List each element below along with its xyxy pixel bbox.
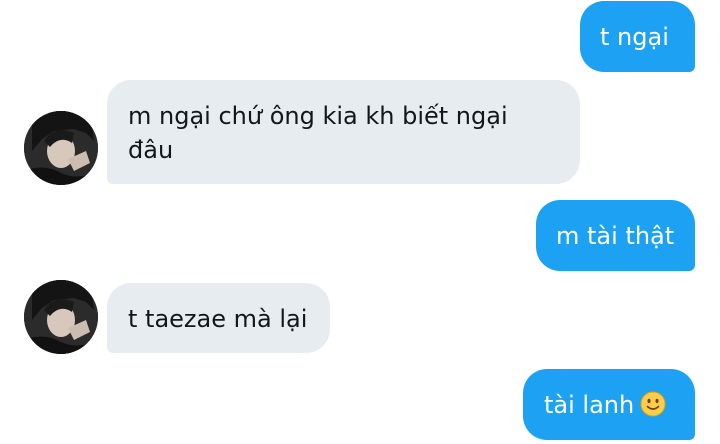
message-text: m tài thật <box>556 222 675 250</box>
message-bubble-outgoing[interactable]: tài lanh <box>523 369 695 440</box>
message-bubble-outgoing[interactable]: m tài thật <box>536 200 695 271</box>
message-text: t ngại <box>600 23 669 51</box>
avatar[interactable] <box>24 280 98 354</box>
profile-photo-icon <box>24 280 98 354</box>
profile-photo-icon <box>24 111 98 185</box>
message-bubble-incoming[interactable]: m ngại chứ ông kia kh biết ngại đâu <box>107 80 580 184</box>
message-bubble-outgoing[interactable]: t ngại <box>580 1 695 72</box>
message-bubble-incoming[interactable]: t taezae mà lại <box>107 283 330 353</box>
message-text: t taezae mà lại <box>128 305 308 333</box>
avatar[interactable] <box>24 111 98 185</box>
message-text: m ngại chứ ông kia kh biết ngại đâu <box>128 102 508 164</box>
slightly-smiling-face-icon <box>640 391 666 426</box>
message-text: tài lanh <box>544 391 635 419</box>
